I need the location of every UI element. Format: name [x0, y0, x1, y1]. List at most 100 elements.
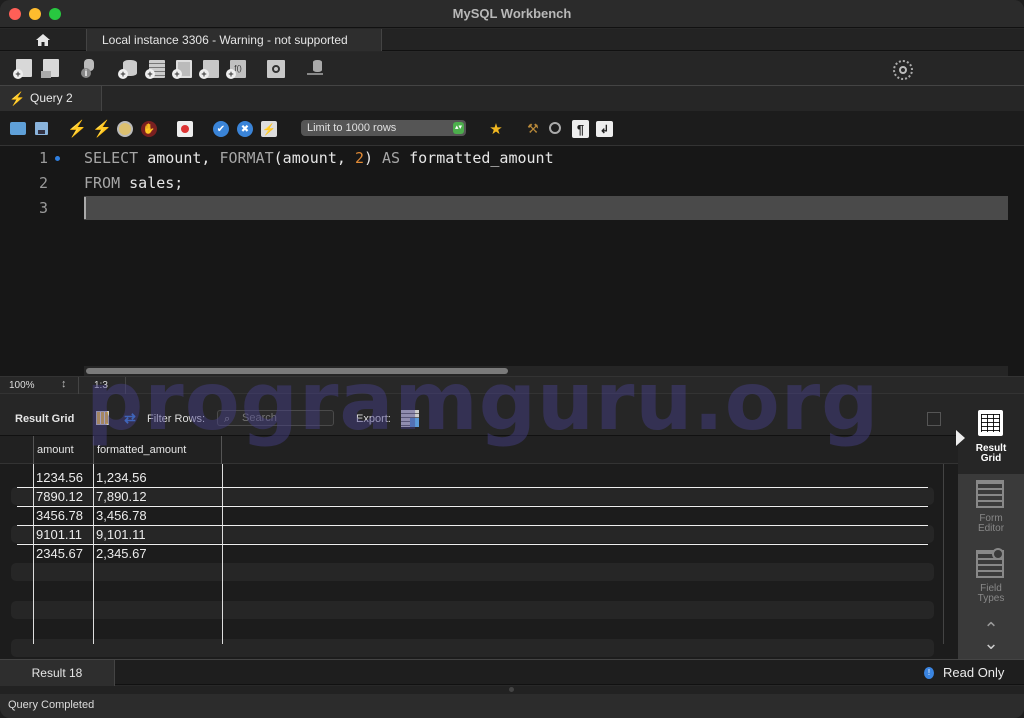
- commit-icon[interactable]: ✔: [213, 121, 229, 137]
- side-label: Editor: [977, 523, 1005, 534]
- cell-formatted-amount[interactable]: 1,234.56: [93, 468, 147, 487]
- divider: [125, 377, 126, 394]
- create-schema-icon[interactable]: +: [117, 58, 139, 80]
- home-icon: [36, 34, 50, 46]
- title-bar: MySQL Workbench: [0, 0, 1024, 28]
- search-table-data-icon[interactable]: [265, 58, 287, 80]
- sql-number: 2: [354, 149, 364, 167]
- sql-text: sales;: [120, 174, 184, 192]
- row-stripe: [11, 525, 934, 543]
- find-icon[interactable]: [549, 122, 561, 134]
- refresh-icon[interactable]: ⇄: [121, 410, 139, 426]
- execute-icon[interactable]: ⚡: [67, 119, 87, 139]
- minimize-window-button[interactable]: [29, 8, 41, 20]
- cell-formatted-amount[interactable]: 2,345.67: [93, 544, 147, 563]
- sql-keyword: AS: [382, 149, 401, 167]
- editor-results-splitter[interactable]: [0, 394, 1024, 402]
- explain-icon[interactable]: [117, 121, 133, 137]
- result-toolbar: Result Grid ⇄ Filter Rows: Export:: [0, 402, 958, 436]
- row-stripe: [11, 563, 934, 581]
- scroll-up-down-icon[interactable]: ⌃ ⌄: [978, 620, 1004, 654]
- stepper-arrows-icon: ▴▾: [453, 122, 464, 134]
- sql-editor-toolbar: ⚡ ⚡ ✋ ✔ ✖ ⚡ ★ ⚒ ¶ ↲: [0, 111, 1024, 146]
- row-divider: [17, 487, 928, 488]
- window-title: MySQL Workbench: [452, 6, 572, 21]
- result-tabs-bar: Result 18 ! Read Only: [0, 659, 1024, 686]
- code-line[interactable]: SELECT amount, FORMAT(amount, 2) AS form…: [84, 149, 554, 167]
- info-icon: !: [924, 667, 934, 679]
- editor-horizontal-scrollbar[interactable]: [84, 366, 1008, 376]
- cell-amount[interactable]: 3456.78: [33, 506, 83, 525]
- code-line[interactable]: FROM sales;: [84, 174, 183, 192]
- reconnect-icon[interactable]: [305, 58, 327, 80]
- result-tab[interactable]: Result 18: [0, 660, 115, 686]
- filter-rows-search-input[interactable]: ⌕ Search: [217, 410, 334, 426]
- filter-rows-label: Filter Rows:: [147, 413, 206, 425]
- side-label: Types: [977, 593, 1005, 604]
- sql-text: (amount,: [273, 149, 355, 167]
- cell-amount[interactable]: 2345.67: [33, 544, 83, 563]
- home-tab[interactable]: [0, 29, 86, 51]
- status-bar: Query Completed: [0, 694, 1024, 718]
- read-only-label: Read Only: [943, 665, 1005, 680]
- column-header-amount[interactable]: amount: [33, 436, 93, 464]
- preferences-icon[interactable]: [893, 60, 913, 80]
- zoom-stepper-icon[interactable]: ↕: [61, 378, 67, 390]
- search-placeholder: Search: [242, 412, 277, 424]
- close-window-button[interactable]: [9, 8, 21, 20]
- create-procedure-icon[interactable]: +: [198, 58, 220, 80]
- zoom-level[interactable]: 100%: [9, 380, 35, 391]
- row-divider: [17, 544, 928, 545]
- word-wrap-icon[interactable]: ↲: [596, 121, 613, 137]
- connection-tab[interactable]: Local instance 3306 - Warning - not supp…: [86, 29, 382, 51]
- toggle-panel-icon[interactable]: [927, 412, 941, 426]
- sql-text: ): [363, 149, 383, 167]
- limit-rows-select[interactable]: Limit to 1000 rows ▴▾: [301, 120, 466, 136]
- side-item-field-types[interactable]: Field Types: [958, 546, 1024, 608]
- invisible-chars-icon[interactable]: ¶: [572, 120, 589, 138]
- schema-inspector-icon[interactable]: i: [78, 58, 100, 80]
- cell-amount[interactable]: 9101.11: [33, 525, 82, 544]
- stop-icon[interactable]: ✋: [141, 121, 157, 137]
- execute-current-icon[interactable]: ⚡: [92, 119, 112, 139]
- lightning-icon: ⚡: [9, 91, 26, 106]
- create-function-icon[interactable]: f() +: [225, 58, 247, 80]
- export-icon[interactable]: [401, 410, 419, 427]
- autocommit-icon[interactable]: ⚡: [261, 121, 277, 137]
- save-icon[interactable]: [35, 122, 48, 135]
- maximize-window-button[interactable]: [49, 8, 61, 20]
- limit-rows-value: Limit to 1000 rows: [307, 122, 397, 134]
- column-header-formatted-amount[interactable]: formatted_amount: [93, 436, 222, 464]
- statement-marker-icon: [55, 156, 60, 161]
- cell-formatted-amount[interactable]: 9,101.11: [93, 525, 146, 544]
- add-snippet-icon[interactable]: ★: [487, 120, 505, 138]
- cell-formatted-amount[interactable]: 7,890.12: [93, 487, 147, 506]
- mysql-workbench-window: MySQL Workbench Local instance 3306 - Wa…: [0, 0, 1024, 718]
- results-output-splitter[interactable]: [0, 686, 1024, 694]
- line-number-gutter: 1 2 3: [0, 146, 84, 366]
- result-grid[interactable]: amount formatted_amount 1234.56 1,234.56 7…: [0, 436, 958, 659]
- query-tab-bar: ⚡ Query 2: [0, 86, 1024, 111]
- new-sql-tab-icon[interactable]: +: [12, 58, 34, 80]
- cell-amount[interactable]: 1234.56: [33, 468, 83, 487]
- side-item-form-editor[interactable]: Form Editor: [958, 476, 1024, 538]
- open-sql-script-icon[interactable]: [39, 58, 61, 80]
- query-tab[interactable]: ⚡ Query 2: [0, 86, 102, 111]
- open-file-icon[interactable]: [10, 122, 26, 135]
- result-grid-label: Result Grid: [15, 413, 75, 425]
- cell-formatted-amount[interactable]: 3,456.78: [93, 506, 147, 525]
- create-table-icon[interactable]: +: [144, 58, 166, 80]
- search-icon: ⌕: [224, 413, 231, 425]
- side-item-result-grid[interactable]: Result Grid: [956, 402, 1024, 474]
- result-side-panel: Result Grid Form Editor Field Types ⌃ ⌄: [956, 402, 1024, 659]
- scrollbar-thumb[interactable]: [86, 368, 508, 374]
- sql-text: formatted_amount: [400, 149, 554, 167]
- column-toggle-icon[interactable]: [96, 411, 109, 425]
- sql-editor[interactable]: 1 2 3 SELECT amount, FORMAT(amount, 2) A…: [0, 146, 1024, 376]
- main-toolbar: + i + + + + f() +: [0, 52, 1024, 130]
- rollback-icon[interactable]: ✖: [237, 121, 253, 137]
- cell-amount[interactable]: 7890.12: [33, 487, 83, 506]
- create-view-icon[interactable]: +: [171, 58, 193, 80]
- beautify-icon[interactable]: ⚒: [525, 121, 541, 137]
- toggle-error-icon[interactable]: [177, 121, 193, 137]
